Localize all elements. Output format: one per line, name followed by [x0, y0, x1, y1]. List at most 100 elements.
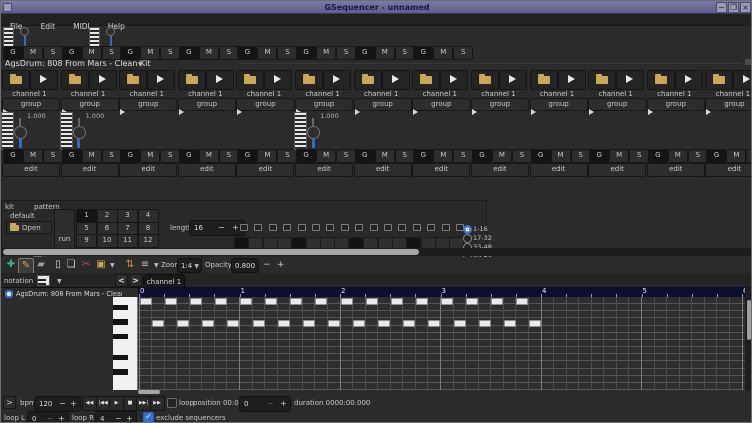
- gms-m-button[interactable]: M: [316, 46, 336, 60]
- machine-hscroll-thumb[interactable]: [3, 249, 419, 255]
- line-gms-m-button[interactable]: M: [140, 149, 160, 163]
- bpm-minus-button[interactable]: −: [59, 399, 66, 408]
- tab-next-button[interactable]: >: [129, 274, 142, 287]
- tab-prev-button[interactable]: <: [115, 274, 128, 287]
- pad-group-button[interactable]: group: [2, 98, 60, 111]
- pad-group-button[interactable]: group: [471, 98, 529, 111]
- note[interactable]: [428, 320, 440, 327]
- window-menu-button[interactable]: [3, 3, 12, 12]
- machine-title[interactable]: AgsDrum: 808 From Mars - Clean Kit: [5, 59, 151, 68]
- gms-m-button[interactable]: M: [23, 46, 43, 60]
- pad-fader[interactable]: 1.000: [60, 112, 116, 150]
- fader-knob[interactable]: [73, 126, 86, 139]
- pad-expander-icon[interactable]: [179, 109, 184, 115]
- pad-group-button[interactable]: group: [236, 98, 294, 111]
- length-spinner[interactable]: 16 − +: [189, 220, 246, 236]
- note[interactable]: [240, 298, 252, 305]
- gms-m-button[interactable]: M: [140, 46, 160, 60]
- edit-button[interactable]: edit: [530, 163, 588, 177]
- pad-group-button[interactable]: group: [705, 98, 752, 111]
- tab-channel-1[interactable]: channel 1: [143, 274, 185, 288]
- edit-button[interactable]: edit: [2, 163, 60, 177]
- fast-forward-button[interactable]: ▶▶: [150, 396, 165, 411]
- edit-button[interactable]: edit: [295, 163, 353, 177]
- edit-button[interactable]: edit: [705, 163, 752, 177]
- edit-button[interactable]: edit: [588, 163, 646, 177]
- edit-pencil-icon[interactable]: ✎: [18, 258, 34, 274]
- edit-button[interactable]: edit: [647, 163, 705, 177]
- pad-expander-icon[interactable]: [648, 109, 653, 115]
- offset-radio-1-16[interactable]: [463, 225, 472, 234]
- line-gms-s-button[interactable]: S: [160, 149, 180, 163]
- note[interactable]: [253, 320, 265, 327]
- note[interactable]: [341, 298, 353, 305]
- next-button[interactable]: ▶▶|: [136, 396, 151, 411]
- line-gms-g-button[interactable]: G: [120, 149, 140, 163]
- line-gms-m-button[interactable]: M: [433, 149, 453, 163]
- tools-icon-caret[interactable]: ▼: [154, 262, 159, 269]
- gms-s-button[interactable]: S: [336, 46, 356, 60]
- gms-s-button[interactable]: S: [277, 46, 297, 60]
- line-gms-g-button[interactable]: G: [413, 149, 433, 163]
- length-minus-button[interactable]: −: [218, 223, 225, 232]
- editor-hscroll-thumb[interactable]: [138, 390, 160, 394]
- line-gms-g-button[interactable]: G: [589, 149, 609, 163]
- bank-12-button[interactable]: 12: [138, 234, 159, 248]
- line-gms-s-button[interactable]: S: [746, 149, 752, 163]
- pad-play-button[interactable]: [558, 70, 586, 90]
- pad-expander-icon[interactable]: [531, 109, 536, 115]
- pad-expander-icon[interactable]: [355, 109, 360, 115]
- note[interactable]: [278, 320, 290, 327]
- pad-expander-icon[interactable]: [237, 109, 242, 115]
- pad-group-button[interactable]: group: [588, 98, 646, 111]
- black-key[interactable]: [113, 305, 128, 310]
- gms-s-button[interactable]: S: [219, 46, 239, 60]
- maximize-button[interactable]: ❐: [728, 2, 739, 13]
- line-gms-s-button[interactable]: S: [43, 149, 63, 163]
- bank-2-button[interactable]: 2: [97, 209, 118, 223]
- pad-expander-icon[interactable]: [413, 109, 418, 115]
- notation-scope-icon[interactable]: [37, 275, 50, 286]
- pad-play-button[interactable]: [675, 70, 703, 90]
- machine-radio-selected[interactable]: [5, 290, 13, 298]
- line-gms-g-button[interactable]: G: [648, 149, 668, 163]
- edit-button[interactable]: edit: [119, 163, 177, 177]
- line-gms-m-button[interactable]: M: [257, 149, 277, 163]
- machine-menu-caret-icon[interactable]: ▼: [138, 61, 143, 68]
- pad-group-button[interactable]: group: [61, 98, 119, 111]
- gms-g-button[interactable]: G: [413, 46, 433, 60]
- scope-caret-icon[interactable]: ▼: [57, 278, 62, 285]
- pad-open-button[interactable]: [236, 70, 264, 90]
- line-gms-s-button[interactable]: S: [395, 149, 415, 163]
- loop-left-plus-button[interactable]: +: [58, 414, 65, 423]
- gms-s-button[interactable]: S: [102, 46, 122, 60]
- line-gms-m-button[interactable]: M: [316, 149, 336, 163]
- paste-icon[interactable]: ▣: [94, 258, 108, 272]
- line-gms-m-button[interactable]: M: [23, 149, 43, 163]
- line-gms-m-button[interactable]: M: [609, 149, 629, 163]
- invert-icon[interactable]: ⇅: [123, 258, 137, 272]
- line-gms-m-button[interactable]: M: [375, 149, 395, 163]
- pad-group-button[interactable]: group: [647, 98, 705, 111]
- pad-expander-icon[interactable]: [120, 109, 125, 115]
- pad-play-button[interactable]: [264, 70, 292, 90]
- loop-right-plus-button[interactable]: +: [126, 414, 133, 423]
- pad-play-button[interactable]: [147, 70, 175, 90]
- pad-open-button[interactable]: [61, 70, 89, 90]
- play-button[interactable]: ▶: [109, 396, 124, 411]
- note[interactable]: [353, 320, 365, 327]
- fader-knob[interactable]: [307, 126, 320, 139]
- line-gms-s-button[interactable]: S: [336, 149, 356, 163]
- tools-icon[interactable]: ≡: [138, 258, 152, 272]
- pad-open-button[interactable]: [588, 70, 616, 90]
- line-gms-m-button[interactable]: M: [82, 149, 102, 163]
- gms-s-button[interactable]: S: [43, 46, 63, 60]
- piano-keyboard[interactable]: [113, 297, 138, 390]
- line-gms-s-button[interactable]: S: [219, 149, 239, 163]
- pad-play-button[interactable]: [616, 70, 644, 90]
- pad-play-button[interactable]: [499, 70, 527, 90]
- pad-open-button[interactable]: [412, 70, 440, 90]
- pad-open-button[interactable]: [647, 70, 675, 90]
- edit-button[interactable]: edit: [236, 163, 294, 177]
- machine-hscrollbar[interactable]: [1, 248, 752, 256]
